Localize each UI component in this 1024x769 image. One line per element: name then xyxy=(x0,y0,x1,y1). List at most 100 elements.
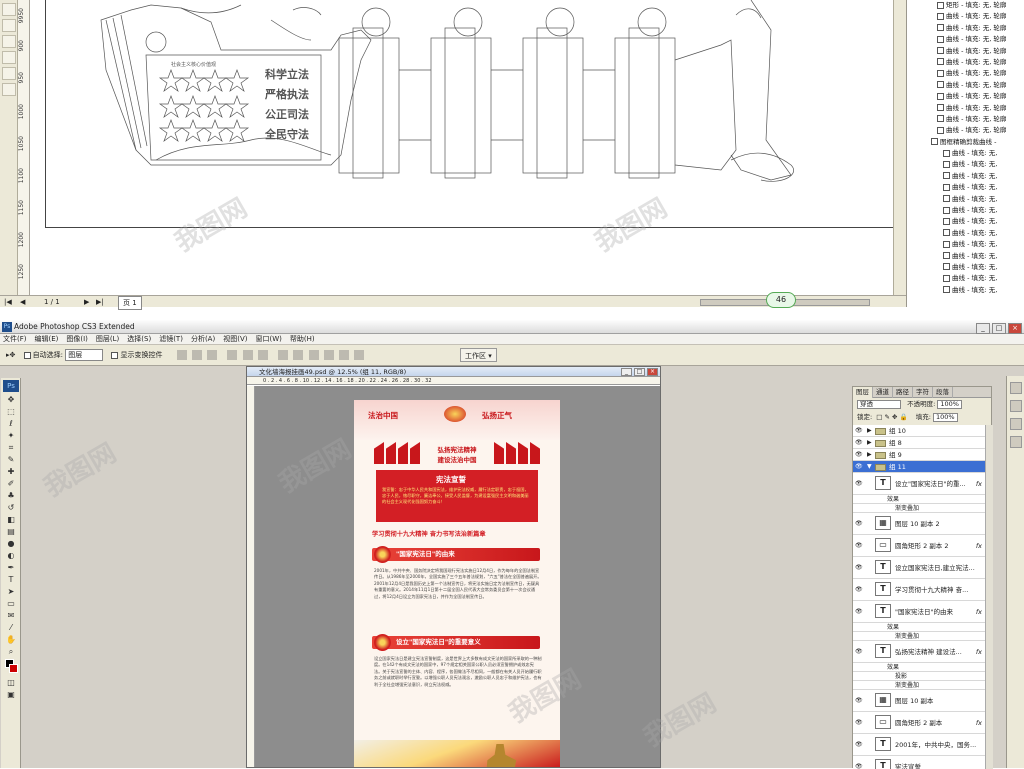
object-tree-row[interactable]: 图框精确剪裁曲线 - xyxy=(907,137,1024,148)
expand-closed-icon[interactable]: ▶ xyxy=(867,437,872,449)
zoom-tool-icon[interactable] xyxy=(2,51,16,64)
fx-icon[interactable]: fx xyxy=(976,712,982,734)
object-tree-row[interactable]: 曲线 - 填充: 无, 轮廓 xyxy=(907,114,1024,125)
layer-row[interactable]: 👁T宪法宣誓 xyxy=(853,756,985,769)
object-tree-row[interactable]: 曲线 - 填充: 无, 轮廓 xyxy=(907,11,1024,22)
object-tree-row[interactable]: 曲线 - 填充: 无, 轮廓 xyxy=(907,34,1024,45)
magic-wand-icon[interactable]: ✦ xyxy=(4,430,18,441)
object-tree-row[interactable]: 曲线 - 填充: 无, xyxy=(907,228,1024,239)
screen-mode-icon[interactable]: ▣ xyxy=(4,689,18,700)
shape-tool-icon[interactable] xyxy=(2,19,16,32)
menu-item[interactable]: 窗口(W) xyxy=(255,335,281,343)
layer-effect-row[interactable]: 效果 xyxy=(853,495,985,504)
distribute-bottom-icon[interactable] xyxy=(309,350,319,360)
object-tree-row[interactable]: 曲线 - 填充: 无, 轮廓 xyxy=(907,103,1024,114)
layer-row[interactable]: 👁▦图层 10 副本 xyxy=(853,690,985,712)
fx-icon[interactable]: fx xyxy=(976,641,982,663)
object-tree-row[interactable]: 曲线 - 填充: 无, xyxy=(907,148,1024,159)
info-dock-icon[interactable] xyxy=(1010,436,1022,448)
last-page-icon[interactable]: ▶| xyxy=(96,296,104,308)
blur-tool-icon[interactable]: ● xyxy=(4,538,18,549)
panel-tab[interactable]: 段落 xyxy=(933,387,953,398)
shape-tool-icon[interactable]: ▭ xyxy=(4,598,18,609)
visibility-eye-icon[interactable]: 👁 xyxy=(855,649,864,655)
gradient-tool-icon[interactable]: ▤ xyxy=(4,526,18,537)
visibility-eye-icon[interactable]: 👁 xyxy=(855,587,864,593)
object-tree-row[interactable]: 曲线 - 填充: 无, xyxy=(907,273,1024,284)
doc-maximize-button[interactable]: □ xyxy=(634,368,645,376)
eyedropper-icon[interactable]: ✎ xyxy=(4,454,18,465)
fill-tool-icon[interactable] xyxy=(2,83,16,96)
move-tool-icon[interactable]: ▸✥ xyxy=(6,351,15,359)
object-tree-row[interactable]: 曲线 - 填充: 无, xyxy=(907,216,1024,227)
path-selection-icon[interactable]: ➤ xyxy=(4,586,18,597)
align-top-icon[interactable] xyxy=(177,350,187,360)
first-page-icon[interactable]: |◀ xyxy=(4,296,12,308)
layer-row[interactable]: 👁T"国家宪法日"的由来fx xyxy=(853,601,985,623)
freehand-tool-icon[interactable] xyxy=(2,67,16,80)
next-page-icon[interactable]: ▶ xyxy=(84,296,89,308)
visibility-eye-icon[interactable]: 👁 xyxy=(855,440,864,446)
workspace-button[interactable]: 工作区 ▾ xyxy=(460,348,497,362)
menu-item[interactable]: 视图(V) xyxy=(223,335,247,343)
marquee-tool-icon[interactable]: ⬚ xyxy=(4,406,18,417)
object-tree-row[interactable]: 曲线 - 填充: 无, xyxy=(907,171,1024,182)
object-tree-row[interactable]: 曲线 - 填充: 无, xyxy=(907,285,1024,296)
object-tree-row[interactable]: 曲线 - 填充: 无, xyxy=(907,205,1024,216)
visibility-eye-icon[interactable]: 👁 xyxy=(855,720,864,726)
expand-closed-icon[interactable]: ▶ xyxy=(867,449,872,461)
menu-item[interactable]: 编辑(E) xyxy=(35,335,59,343)
layer-row[interactable]: 👁T设立国家宪法日,建立宪法... xyxy=(853,557,985,579)
hand-tool-icon[interactable]: ✋ xyxy=(4,634,18,645)
object-tree-row[interactable]: 曲线 - 填充: 无, 轮廓 xyxy=(907,125,1024,136)
visibility-eye-icon[interactable]: 👁 xyxy=(855,452,864,458)
clone-dock-icon[interactable] xyxy=(1010,418,1022,430)
object-tree-row[interactable]: 曲线 - 填充: 无, xyxy=(907,251,1024,262)
object-tree-row[interactable]: 曲线 - 填充: 无, xyxy=(907,182,1024,193)
expand-open-icon[interactable]: ▼ xyxy=(867,461,872,473)
layer-row[interactable]: 👁▶组 9 xyxy=(853,449,985,461)
menu-item[interactable]: 分析(A) xyxy=(191,335,215,343)
layer-effect-row[interactable]: 渐变叠加 xyxy=(853,681,985,690)
maximize-button[interactable]: □ xyxy=(992,323,1006,334)
history-brush-icon[interactable]: ↺ xyxy=(4,502,18,513)
object-tree-row[interactable]: 曲线 - 填充: 无, 轮廓 xyxy=(907,80,1024,91)
fx-icon[interactable]: fx xyxy=(976,601,982,623)
layer-row[interactable]: 👁▼组 11 xyxy=(853,461,985,473)
zoom-tool-icon[interactable]: ⌕ xyxy=(4,646,18,657)
visibility-eye-icon[interactable]: 👁 xyxy=(855,428,864,434)
layer-row[interactable]: 👁▶组 10 xyxy=(853,425,985,437)
align-vcenter-icon[interactable] xyxy=(192,350,202,360)
tools-dock-icon[interactable] xyxy=(1010,382,1022,394)
layer-row[interactable]: 👁T弘扬宪法精神 建设法...fx xyxy=(853,641,985,663)
visibility-eye-icon[interactable]: 👁 xyxy=(855,764,864,769)
visibility-eye-icon[interactable]: 👁 xyxy=(855,742,864,748)
auto-select-dropdown[interactable]: 图层 xyxy=(65,349,103,361)
object-tree-row[interactable]: 矩形 - 填充: 无, 轮廓 xyxy=(907,0,1024,11)
eraser-icon[interactable]: ◧ xyxy=(4,514,18,525)
visibility-eye-icon[interactable]: 👁 xyxy=(855,609,864,615)
type-tool-icon[interactable]: T xyxy=(4,574,18,585)
panel-tab[interactable]: 图层 xyxy=(853,387,873,398)
object-tree-row[interactable]: 曲线 - 填充: 无, 轮廓 xyxy=(907,68,1024,79)
align-bottom-icon[interactable] xyxy=(207,350,217,360)
fx-icon[interactable]: fx xyxy=(976,535,982,557)
close-button[interactable]: × xyxy=(1008,323,1022,334)
doc-close-button[interactable]: × xyxy=(647,368,658,376)
layer-effect-row[interactable]: 渐变叠加 xyxy=(853,632,985,641)
blend-mode-dropdown[interactable]: 穿透 xyxy=(857,400,901,409)
brush-dock-icon[interactable] xyxy=(1010,400,1022,412)
menu-item[interactable]: 帮助(H) xyxy=(290,335,315,343)
eyedropper2-icon[interactable]: ⁄ xyxy=(4,622,18,633)
panel-tab[interactable]: 字符 xyxy=(913,387,933,398)
menu-item[interactable]: 图层(L) xyxy=(96,335,119,343)
visibility-eye-icon[interactable]: 👁 xyxy=(855,698,864,704)
layer-row[interactable]: 👁▭圆角矩形 2 副本fx xyxy=(853,712,985,734)
layer-row[interactable]: 👁T学习贯彻十九大精神 奋... xyxy=(853,579,985,601)
align-right-icon[interactable] xyxy=(258,350,268,360)
crop-tool-icon[interactable] xyxy=(2,35,16,48)
visibility-eye-icon[interactable]: 👁 xyxy=(855,543,864,549)
menu-item[interactable]: 文件(F) xyxy=(3,335,27,343)
doc-minimize-button[interactable]: _ xyxy=(621,368,632,376)
distribute-vcenter-icon[interactable] xyxy=(293,350,303,360)
